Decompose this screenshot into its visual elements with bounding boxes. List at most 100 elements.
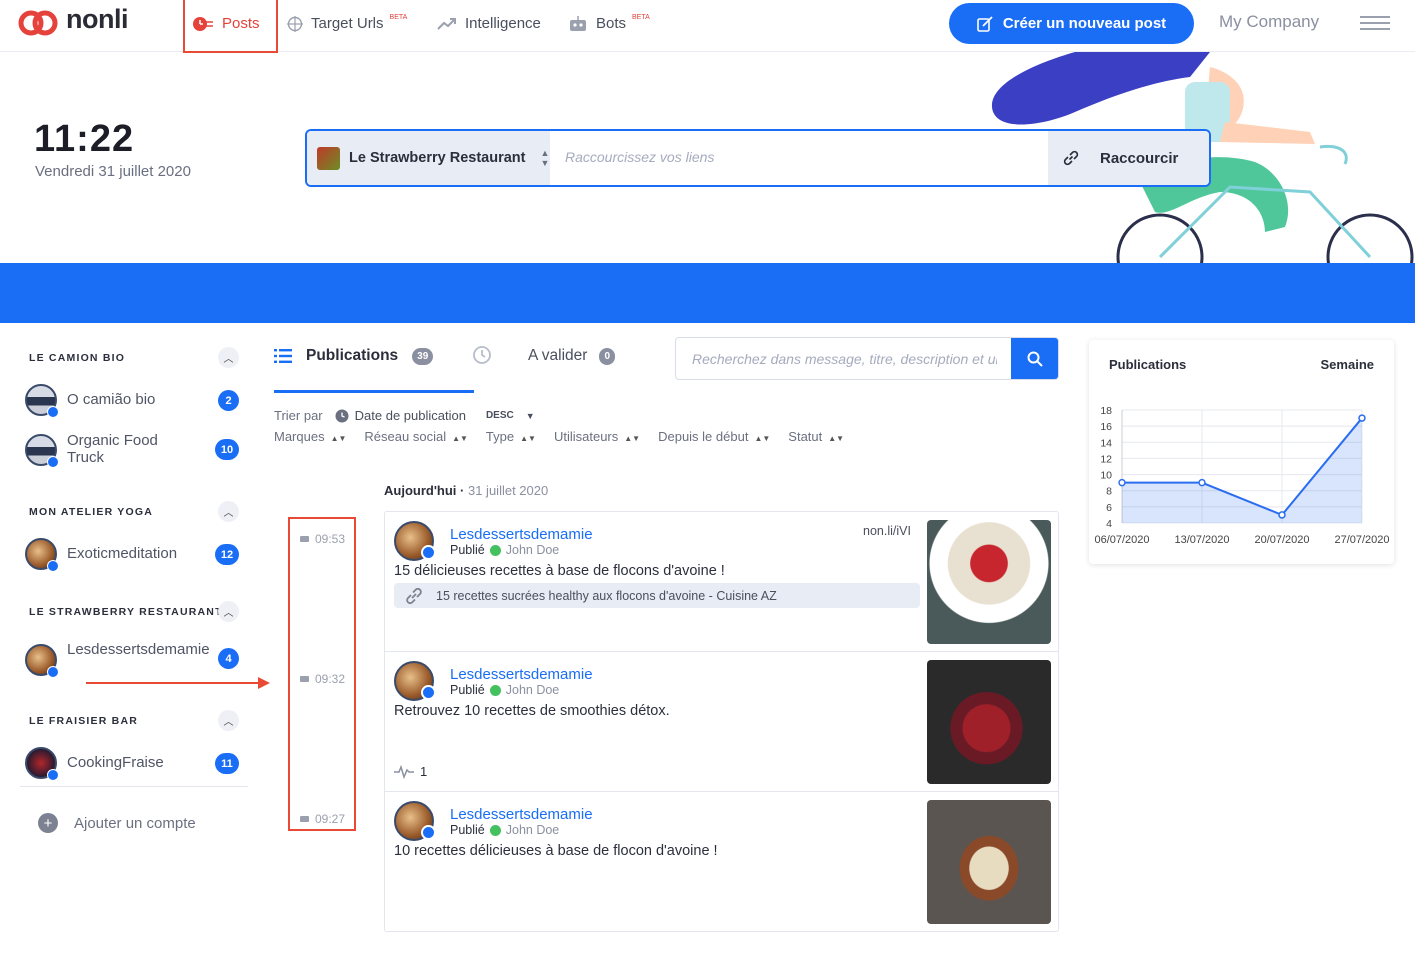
engagement-stat[interactable]: 1 xyxy=(394,764,427,779)
check-circle-icon xyxy=(489,824,501,836)
post-account-name[interactable]: Lesdessertsdemamie xyxy=(450,526,593,543)
search-button[interactable] xyxy=(1011,338,1058,379)
nav-bots[interactable]: Bots BETA xyxy=(568,14,650,32)
post-card[interactable]: Lesdessertsdemamie Publié John Doe 10 rec… xyxy=(385,792,1058,932)
link-preview[interactable]: 15 recettes sucrées healthy aux flocons … xyxy=(394,583,920,608)
target-icon xyxy=(287,15,303,32)
chevron-up-icon[interactable]: ︿ xyxy=(218,501,239,522)
history-icon[interactable] xyxy=(472,345,492,370)
post-time-label: 09:32 xyxy=(315,672,346,686)
post-image[interactable] xyxy=(927,800,1051,924)
link-preview-title: 15 recettes sucrées healthy aux flocons … xyxy=(436,588,777,603)
sort-caret-icon: ▲▼ xyxy=(520,434,536,443)
filter-status[interactable]: Statut ▲▼ xyxy=(788,429,844,444)
tab-to-validate-label: A valider xyxy=(528,347,588,364)
facebook-icon xyxy=(421,685,436,700)
chevron-up-icon[interactable]: ︿ xyxy=(218,710,239,731)
post-time: 09:32 xyxy=(300,672,345,686)
annotation-arrow-head xyxy=(258,677,270,689)
post-card[interactable]: Lesdessertsdemamie Publié John Doe Retrou… xyxy=(385,652,1058,792)
add-account-label: Ajouter un compte xyxy=(74,814,196,832)
caret-down-icon[interactable]: ▼ xyxy=(526,411,535,421)
brand-selector-label: Le Strawberry Restaurant xyxy=(349,150,526,166)
post-status: Publié John Doe xyxy=(450,683,559,697)
post-image[interactable] xyxy=(927,520,1051,644)
post-status: Publié John Doe xyxy=(450,543,559,557)
nav-target-urls-label: Target Urls xyxy=(311,15,384,32)
nav-intelligence[interactable]: Intelligence xyxy=(437,15,541,32)
nonli-logo-icon[interactable] xyxy=(18,8,58,38)
nav-target-urls[interactable]: Target Urls BETA xyxy=(287,14,407,32)
facebook-icon xyxy=(421,545,436,560)
filter-type[interactable]: Type ▲▼ xyxy=(486,429,536,444)
shorten-button[interactable]: Raccourcir xyxy=(1048,131,1209,185)
brand-thumbnail xyxy=(317,146,340,170)
search-input[interactable]: Recherchez dans message, titre, descript… xyxy=(692,351,997,367)
engagement-count: 1 xyxy=(420,764,428,779)
beta-badge: BETA xyxy=(632,14,650,21)
filter-social-network[interactable]: Réseau social ▲▼ xyxy=(364,429,468,444)
chevron-up-icon[interactable]: ︿ xyxy=(218,601,239,622)
account-name[interactable]: Lesdessertsdemamie xyxy=(67,641,212,658)
edit-icon xyxy=(977,15,993,32)
tab-to-validate[interactable]: A valider 0 xyxy=(528,347,616,365)
sort-order[interactable]: DESC xyxy=(486,410,514,421)
account-name[interactable]: O camião bio xyxy=(67,391,155,408)
shorten-button-label: Raccourcir xyxy=(1100,149,1179,167)
add-account-button[interactable]: + Ajouter un compte xyxy=(38,813,196,833)
status-label: Publié xyxy=(450,823,485,837)
filter-label: Marques xyxy=(274,429,325,444)
search-icon xyxy=(1027,351,1043,367)
filter-period[interactable]: Depuis le début ▲▼ xyxy=(658,429,770,444)
filter-brands[interactable]: Marques ▲▼ xyxy=(274,429,346,444)
top-navigation: nonli Posts Target Urls BETA Intelligenc… xyxy=(0,0,1415,53)
group-title: LE STRAWBERRY RESTAURANT xyxy=(29,606,223,618)
logo-text[interactable]: nonli xyxy=(66,4,128,35)
sort-field[interactable]: Date de publication xyxy=(355,408,466,423)
filter-label: Réseau social xyxy=(364,429,447,444)
menu-icon[interactable] xyxy=(1360,16,1390,30)
current-time: 11:22 xyxy=(34,118,135,160)
account-name[interactable]: Exoticmeditation xyxy=(67,545,177,562)
short-link[interactable]: non.li/iVI xyxy=(863,524,911,538)
active-tab-indicator xyxy=(274,390,474,393)
comment-icon xyxy=(300,816,309,822)
sort-controls: Trier par Date de publication DESC ▼ xyxy=(274,408,535,423)
check-circle-icon xyxy=(489,544,501,556)
chevron-up-icon[interactable]: ︿ xyxy=(218,347,239,368)
facebook-icon xyxy=(47,560,59,572)
filter-users[interactable]: Utilisateurs ▲▼ xyxy=(554,429,640,444)
post-account-name[interactable]: Lesdessertsdemamie xyxy=(450,806,593,823)
data-point xyxy=(1118,478,1126,487)
post-count-badge: 10 xyxy=(215,439,239,460)
publications-chart-card: Publications Semaine 4 6 8 10 12 14 16 18 06/07/… xyxy=(1089,340,1394,564)
x-tick-label: 13/07/2020 xyxy=(1174,534,1229,546)
posts-highlight-box xyxy=(183,0,278,53)
current-date: Vendredi 31 juillet 2020 xyxy=(35,163,191,180)
company-selector[interactable]: My Company xyxy=(1219,12,1319,32)
comment-icon xyxy=(300,536,309,542)
post-author: John Doe xyxy=(505,823,560,837)
post-account-name[interactable]: Lesdessertsdemamie xyxy=(450,666,593,683)
facebook-icon xyxy=(47,666,59,678)
activity-icon xyxy=(394,764,414,779)
post-image[interactable] xyxy=(927,660,1051,784)
post-card[interactable]: Lesdessertsdemamie Publié John Doe 15 dél… xyxy=(385,512,1058,652)
brand-selector[interactable]: Le Strawberry Restaurant ▲ ▼ xyxy=(307,131,550,185)
to-validate-count-badge: 0 xyxy=(599,347,616,365)
tab-publications[interactable]: Publications 39 xyxy=(274,347,434,365)
sort-caret-icon: ▲▼ xyxy=(330,434,347,443)
data-point xyxy=(1358,414,1366,422)
post-author: John Doe xyxy=(505,683,560,697)
create-post-button[interactable]: Créer un nouveau post xyxy=(949,3,1194,44)
post-message: 15 délicieuses recettes à base de flocon… xyxy=(394,563,725,579)
account-name[interactable]: Organic Food Truck xyxy=(67,432,197,466)
account-name[interactable]: CookingFraise xyxy=(67,754,164,771)
filter-label: Type xyxy=(485,429,515,444)
post-message: Retrouvez 10 recettes de smoothies détox… xyxy=(394,703,670,719)
filter-label: Depuis le début xyxy=(658,429,749,444)
post-message: 10 recettes délicieuses à base de flocon… xyxy=(394,843,718,859)
shorten-link-input[interactable]: Raccourcissez vos liens xyxy=(565,149,714,165)
y-tick-label: 18 xyxy=(1100,405,1112,417)
y-tick-label: 10 xyxy=(1100,470,1112,482)
